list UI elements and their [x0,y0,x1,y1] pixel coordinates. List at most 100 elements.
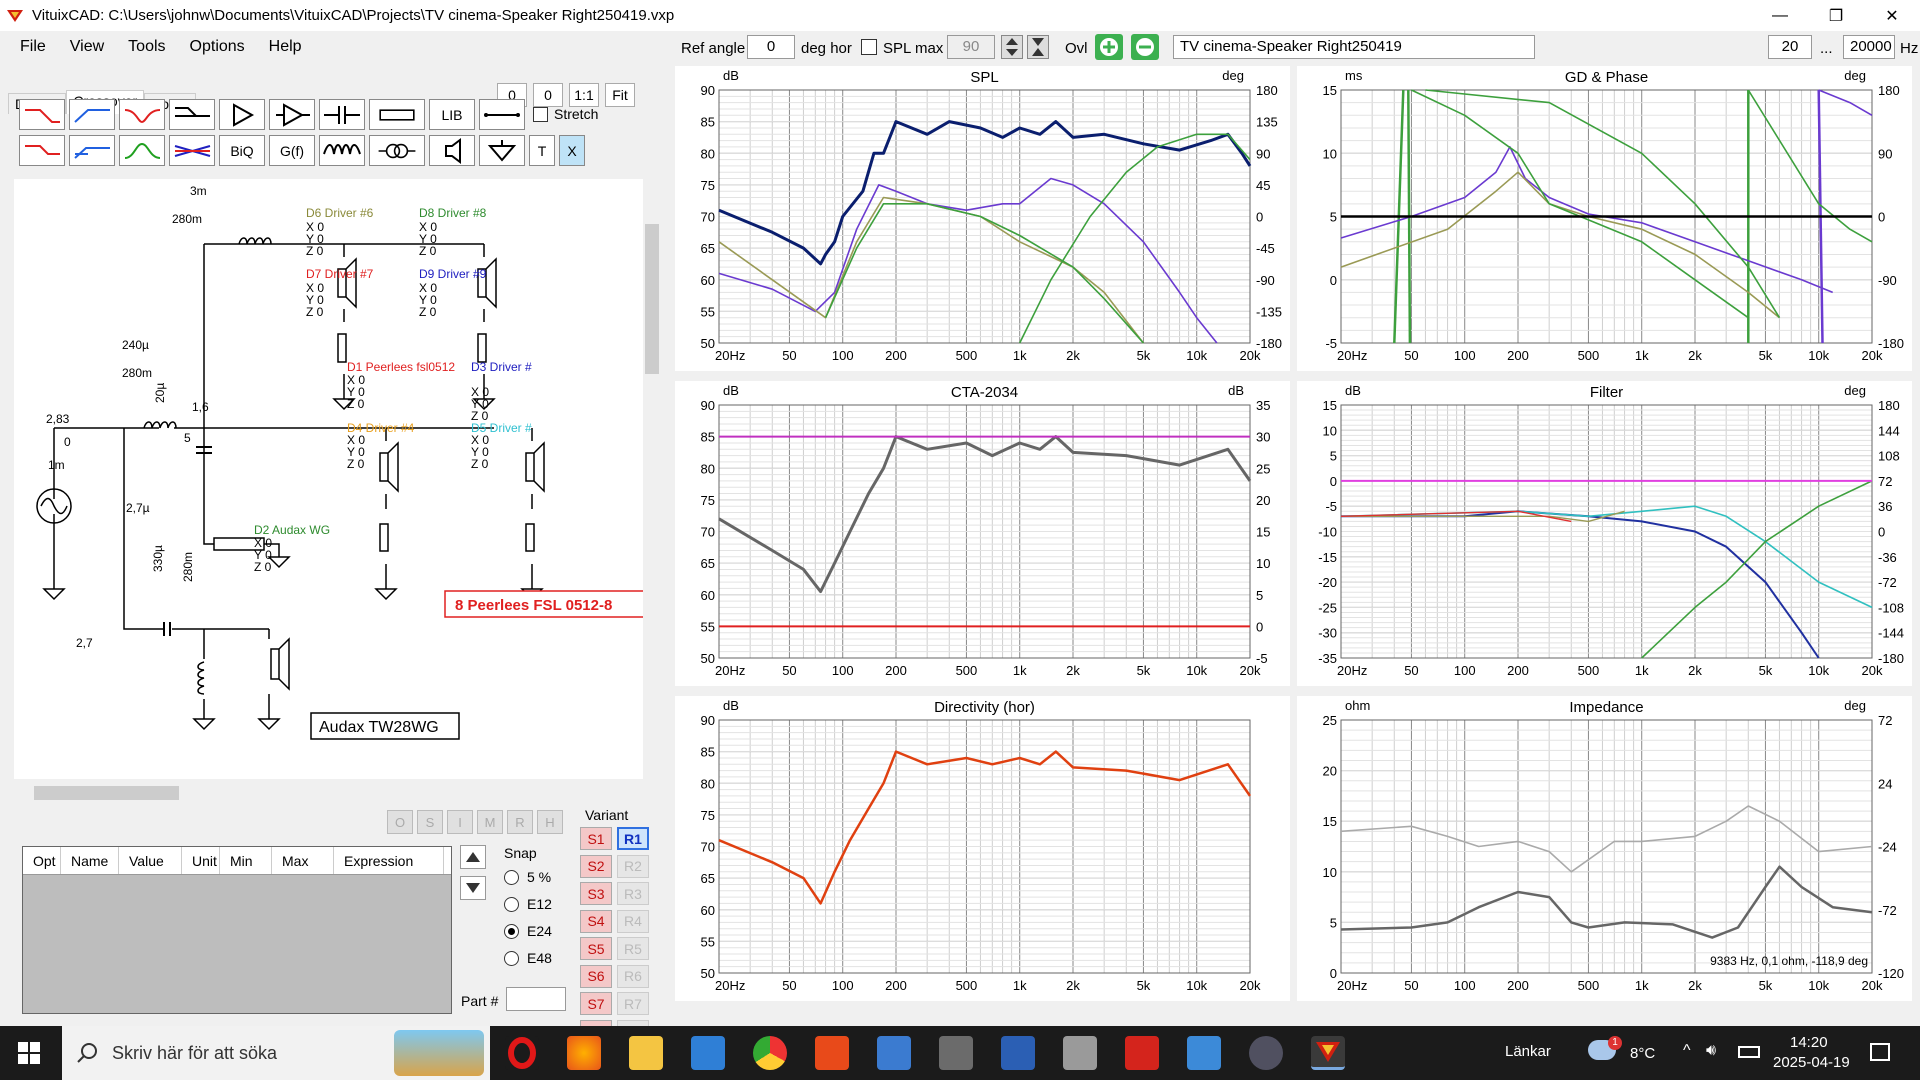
menu-view[interactable]: View [58,35,116,59]
vituixcad-taskbar-icon[interactable] [1311,1036,1345,1070]
opamp-tool[interactable] [269,99,315,130]
graph-gd[interactable]: 15 10 5 0 -5 180 90 0 -90 -180 20Hz 50 100 200 500 1k 2k… [1297,66,1912,371]
variant-r7-button[interactable]: R7 [617,992,649,1015]
volume-icon[interactable]: 🔊︎ [1706,1042,1716,1060]
schematic-label[interactable]: D8 Driver #8 [419,206,487,220]
schematic-label[interactable]: D9 Driver #9 [419,267,487,281]
variant-r3-button[interactable]: R3 [617,882,649,905]
restore-button[interactable]: ❐ [1808,0,1864,31]
capacitor-tool[interactable] [319,99,365,130]
move-down-button[interactable] [460,876,486,900]
schematic-canvas[interactable]: 3m 280m D6 Driver #6 D8 Driver #8 D7 Driver … [14,179,646,779]
clock-date[interactable]: 2025-04-19 [1773,1054,1850,1071]
schematic-label[interactable]: D7 Driver #7 [306,267,374,281]
buffer-tool[interactable] [219,99,265,130]
spl-max-checkbox[interactable] [861,39,877,55]
opt-m-button[interactable]: M [477,810,503,834]
overlay-add-button[interactable] [1095,34,1123,60]
variant-s5-button[interactable]: S5 [580,937,612,960]
notifications-icon[interactable] [1870,1043,1890,1061]
stretch-checkbox[interactable]: Stretch [533,106,598,122]
variant-r1-button[interactable]: R1 [617,827,649,850]
shelf-tool[interactable] [169,99,215,130]
acrobat-icon[interactable] [1125,1036,1159,1070]
move-up-button[interactable] [460,845,486,869]
opt-o-button[interactable]: O [387,810,413,834]
schematic-label[interactable]: 240µ [122,338,149,352]
menu-options[interactable]: Options [178,35,257,59]
schematic-label[interactable]: 280m [172,212,202,226]
ground-tool[interactable] [479,135,525,166]
audio-app-icon[interactable] [1249,1036,1283,1070]
tray-chevron-icon[interactable]: ^ [1683,1042,1691,1060]
highpass-tool[interactable] [69,99,115,130]
zoom-y-button[interactable]: 0 [533,83,563,107]
wire-tool[interactable] [479,99,525,130]
battery-icon[interactable] [1738,1046,1760,1058]
radio-dot[interactable] [504,896,519,912]
library-tool[interactable]: LIB [429,99,475,130]
schematic-label[interactable]: D6 Driver #6 [306,206,374,220]
schematic-label[interactable]: 1m [48,458,65,472]
schematic-label[interactable]: D2 Audax WG [254,523,330,537]
variant-r5-button[interactable]: R5 [617,937,649,960]
schematic-label[interactable]: 2,83 [46,412,70,426]
schematic-label[interactable]: 3m [190,184,207,198]
schematic-label[interactable]: 280m [181,552,195,582]
graph-cta[interactable]: 90 85 80 75 70 65 60 55 50 35 30 25 20 15 10 5 0 -5 20Hz 50… [675,381,1290,686]
lowpass-tool[interactable] [19,99,65,130]
schematic-label[interactable]: 2,7 [76,636,93,650]
schematic-label[interactable]: 0 [64,435,71,449]
freq-max-input[interactable]: 20000 [1843,35,1895,59]
schematic-label[interactable]: 20µ [153,383,167,403]
allpass-tool[interactable] [169,135,215,166]
office-icon[interactable] [815,1036,849,1070]
highpass2-tool[interactable] [69,135,115,166]
variant-s4-button[interactable]: S4 [580,909,612,933]
variant-r2-button[interactable]: R2 [617,854,649,878]
opt-s-button[interactable]: S [417,810,443,834]
col-min[interactable]: Min [220,847,272,874]
parts-table[interactable]: Opt Name Value Unit Min Max Expression [22,846,452,1014]
chrome-icon[interactable] [753,1036,787,1070]
minimize-button[interactable]: — [1752,0,1808,31]
lowpass2-tool[interactable] [19,135,65,166]
spl-fit-button[interactable] [1027,35,1049,59]
paint-icon[interactable] [1063,1036,1097,1070]
driver-tool[interactable] [429,135,475,166]
zoom-fit-button[interactable]: Fit [605,83,635,107]
schematic-label[interactable]: 280m [122,366,152,380]
spl-max-input[interactable]: 90 [947,35,995,59]
bandpass-tool[interactable] [119,135,165,166]
hscroll-thumb[interactable] [34,786,179,800]
variant-s7-button[interactable]: S7 [580,992,612,1015]
opera-icon[interactable] [505,1036,539,1070]
col-expression[interactable]: Expression [334,847,444,874]
file-explorer-icon[interactable] [629,1036,663,1070]
stretch-check-box[interactable] [533,106,548,122]
word-icon[interactable] [1001,1036,1035,1070]
schematic-label[interactable]: D1 Peerlees fsl0512 [347,360,455,374]
radio-dot[interactable] [504,950,519,966]
col-max[interactable]: Max [272,847,334,874]
col-value[interactable]: Value [119,847,182,874]
snap-e24-radio[interactable]: E24 [504,923,552,939]
zoom-1to1-button[interactable]: 1:1 [569,83,599,107]
clock-time[interactable]: 14:20 [1790,1034,1828,1051]
schematic-label[interactable]: D3 Driver # [471,360,532,374]
taskbar-search[interactable]: Skriv här för att söka [62,1026,490,1080]
menu-tools[interactable]: Tools [116,35,177,59]
snap-5pct-radio[interactable]: 5 % [504,869,551,885]
col-name[interactable]: Name [61,847,119,874]
menu-file[interactable]: File [8,35,58,59]
vscroll-thumb[interactable] [645,224,659,374]
opt-r-button[interactable]: R [507,810,533,834]
resistor-tool[interactable] [369,99,425,130]
graph-filter[interactable]: 15 10 5 0 -5 -10 -15 -20 -25 -30 -35 180 144 108 72 36 0… [1297,381,1912,686]
inductor-tool[interactable] [319,135,365,166]
radio-dot[interactable] [504,869,519,885]
schematic-label[interactable]: 1,6 [192,400,209,414]
schematic-label[interactable]: 5 [184,431,191,445]
schematic-label[interactable]: 2,7µ [126,501,150,515]
variant-r4-button[interactable]: R4 [617,909,649,933]
